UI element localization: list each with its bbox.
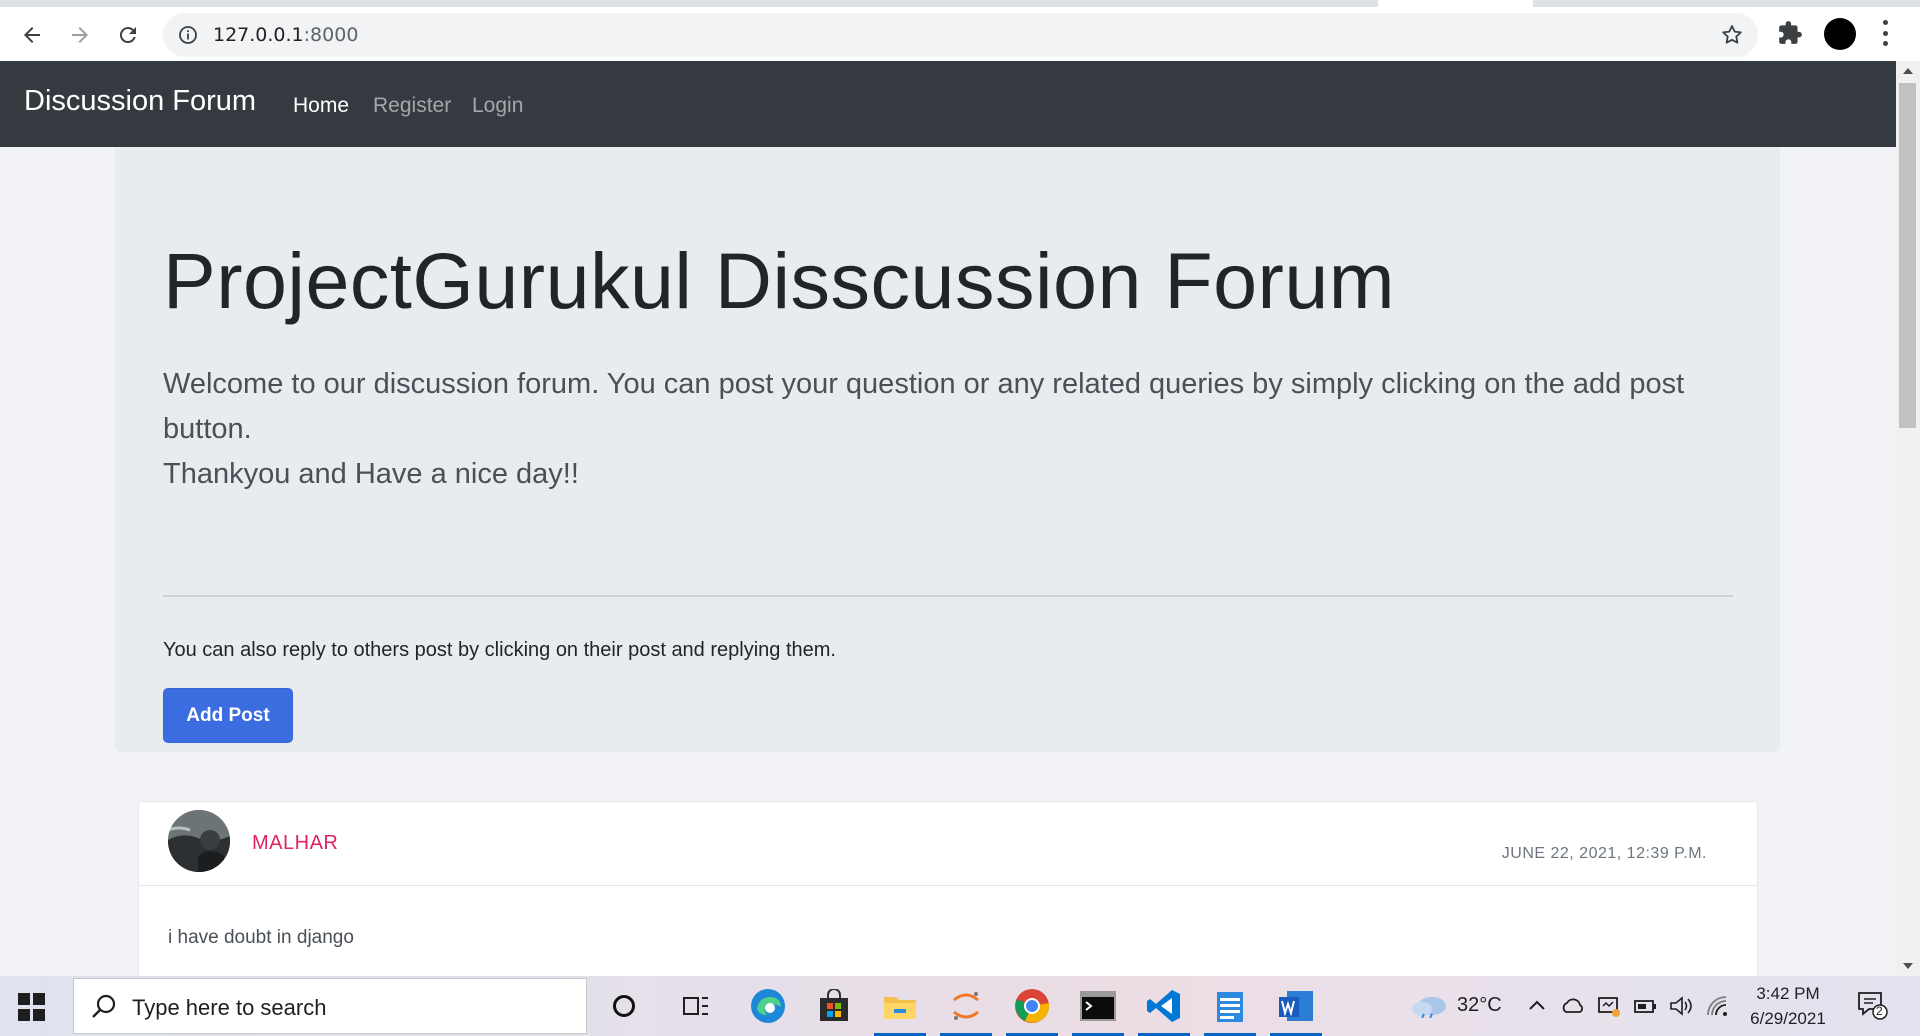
puzzle-icon[interactable] <box>1777 20 1803 46</box>
taskbar: Type here to search 32°C 3:42 PM 6/29/20… <box>0 976 1920 1036</box>
divider <box>163 595 1733 597</box>
network-monitor-icon[interactable] <box>1596 993 1622 1019</box>
scroll-down-icon[interactable] <box>1903 963 1913 969</box>
edge-icon[interactable] <box>746 986 790 1026</box>
profile-avatar[interactable] <box>1824 18 1856 50</box>
volume-icon[interactable] <box>1668 993 1694 1019</box>
chevron-up-icon[interactable] <box>1524 993 1550 1019</box>
post-card[interactable]: MALHAR JUNE 22, 2021, 12:39 P.M. i have … <box>138 801 1758 976</box>
info-icon[interactable] <box>178 25 198 45</box>
chrome-icon[interactable] <box>1006 986 1058 1036</box>
notepad-icon[interactable] <box>1204 986 1256 1036</box>
kebab-menu-icon[interactable] <box>1878 20 1892 46</box>
reply-hint: You can also reply to others post by cli… <box>163 639 836 661</box>
page-viewport: Discussion Forum Home Register Login Pro… <box>0 61 1896 976</box>
battery-icon[interactable] <box>1632 993 1658 1019</box>
notification-center-icon[interactable]: 2 <box>1856 990 1888 1020</box>
windows-start-icon[interactable] <box>18 993 46 1021</box>
post-body[interactable]: i have doubt in django <box>168 927 354 949</box>
nav-link-home[interactable]: Home <box>293 94 349 118</box>
navbar-brand[interactable]: Discussion Forum <box>24 85 256 118</box>
nav-link-login[interactable]: Login <box>472 94 523 118</box>
wifi-icon[interactable] <box>1704 993 1730 1019</box>
clock-time: 3:42 PM <box>1756 984 1820 1003</box>
search-placeholder: Type here to search <box>132 995 327 1020</box>
back-arrow-icon <box>24 27 40 43</box>
store-icon[interactable] <box>812 986 856 1026</box>
active-tab[interactable] <box>1378 0 1533 7</box>
jupyter-icon[interactable] <box>940 986 992 1036</box>
url-host: 127.0.0.1 <box>213 24 304 46</box>
navbar: Discussion Forum Home Register Login <box>0 61 1896 147</box>
post-header: MALHAR JUNE 22, 2021, 12:39 P.M. <box>139 802 1757 886</box>
system-clock[interactable]: 3:42 PM 6/29/2021 <box>1738 981 1838 1031</box>
vertical-scrollbar[interactable] <box>1896 61 1920 976</box>
url-port: :8000 <box>303 24 359 46</box>
address-bar[interactable]: 127.0.0.1:8000 <box>163 13 1758 57</box>
cortana-icon[interactable] <box>602 986 646 1026</box>
welcome-line-2: Thankyou and Have a nice day!! <box>163 458 579 490</box>
welcome-line-1: Welcome to our discussion forum. You can… <box>163 368 1685 445</box>
temperature[interactable]: 32°C <box>1457 994 1502 1017</box>
onedrive-icon[interactable] <box>1560 993 1586 1019</box>
task-view-icon[interactable] <box>674 986 718 1026</box>
post-username[interactable]: MALHAR <box>252 832 338 855</box>
add-post-button[interactable]: Add Post <box>163 688 293 743</box>
url-text[interactable]: 127.0.0.1:8000 <box>213 24 358 46</box>
scroll-up-icon[interactable] <box>1903 68 1913 74</box>
nav-link-register[interactable]: Register <box>373 94 451 118</box>
weather-cloud-icon[interactable] <box>1410 992 1450 1018</box>
clock-date: 6/29/2021 <box>1750 1009 1826 1028</box>
vscode-icon[interactable] <box>1138 986 1190 1036</box>
welcome-text: Welcome to our discussion forum. You can… <box>163 362 1723 497</box>
post-date: JUNE 22, 2021, 12:39 P.M. <box>1501 845 1707 862</box>
scrollbar-thumb[interactable] <box>1899 83 1916 428</box>
browser-chrome: 127.0.0.1:8000 <box>0 0 1920 61</box>
page-title: ProjectGurukul Disscussion Forum <box>163 236 1396 325</box>
back-button[interactable] <box>14 17 50 53</box>
reload-button[interactable] <box>110 17 146 53</box>
forward-arrow-icon <box>72 27 88 43</box>
file-explorer-icon[interactable] <box>874 986 926 1036</box>
reload-icon <box>119 27 136 44</box>
terminal-icon[interactable] <box>1072 986 1124 1036</box>
tab-strip <box>0 0 1920 7</box>
notification-count: 2 <box>1876 1004 1883 1018</box>
forward-button[interactable] <box>62 17 98 53</box>
avatar-photo <box>168 810 230 872</box>
taskbar-search[interactable]: Type here to search <box>73 978 587 1034</box>
search-icon <box>92 994 116 1018</box>
word-icon[interactable] <box>1270 986 1322 1036</box>
avatar <box>168 810 230 872</box>
star-icon[interactable] <box>1720 23 1744 47</box>
jumbotron: ProjectGurukul Disscussion Forum Welcome… <box>115 147 1780 752</box>
